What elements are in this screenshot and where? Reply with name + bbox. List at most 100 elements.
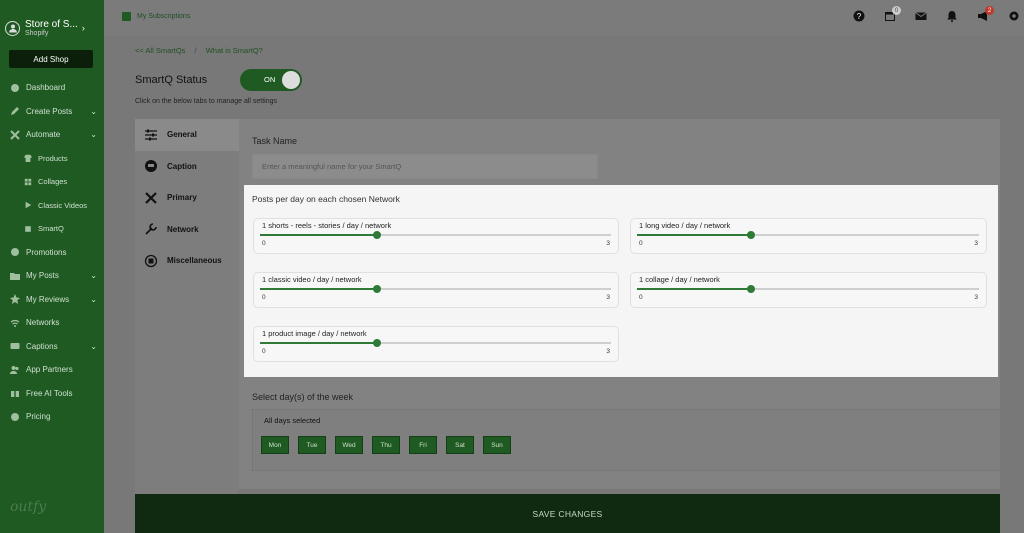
sidebar-item-captions[interactable]: Captions ⌄ (0, 335, 104, 359)
slider-fill (637, 234, 751, 236)
cube-icon (24, 225, 32, 233)
grid-icon (24, 178, 32, 186)
day-button-mon[interactable]: Mon (261, 436, 289, 454)
bell-icon[interactable] (946, 10, 958, 22)
chevron-down-icon: ⌄ (90, 130, 97, 140)
sidebar-item-dashboard[interactable]: Dashboard (0, 76, 104, 100)
tools-icon (10, 130, 20, 140)
breadcrumb: << All SmartQs / What is SmartQ? (135, 46, 263, 55)
settings-tabs: General Caption Primary Network Miscella… (135, 119, 239, 499)
slider-classic-video: 1 classic video / day / network 0 3 (253, 272, 619, 308)
slider-max: 3 (606, 294, 610, 301)
slider-thumb[interactable] (373, 339, 381, 347)
sidebar-nav: Dashboard Create Posts ⌄ Automate ⌄ Prod… (0, 76, 104, 429)
sidebar-item-my-posts[interactable]: My Posts ⌄ (0, 264, 104, 288)
store-switcher[interactable]: Store of S... Shopify › (0, 0, 104, 42)
sidebar-item-classic-videos[interactable]: Classic Videos (0, 194, 104, 218)
sidebar-item-label: My Posts (26, 271, 59, 281)
slider-label: 1 shorts - reels - stories / day / netwo… (262, 221, 392, 230)
tab-caption[interactable]: Caption (135, 151, 239, 183)
day-button-wed[interactable]: Wed (335, 436, 363, 454)
add-shop-button[interactable]: Add Shop (9, 50, 93, 68)
chevron-down-icon: ⌄ (90, 106, 97, 116)
calendar-icon[interactable]: 0 (884, 6, 901, 22)
toggle-knob (282, 71, 300, 89)
tab-network[interactable]: Network (135, 214, 239, 246)
slider-track[interactable] (260, 231, 611, 239)
day-button-sat[interactable]: Sat (446, 436, 474, 454)
calendar-badge: 0 (892, 6, 901, 15)
store-platform: Shopify (25, 30, 49, 37)
task-name-label: Task Name (252, 136, 298, 146)
settings-gear-icon[interactable] (1008, 10, 1020, 22)
slider-fill (637, 288, 751, 290)
help-icon[interactable]: ? (853, 10, 865, 22)
slider-thumb[interactable] (747, 285, 755, 293)
play-icon (24, 201, 32, 209)
shirt-icon (24, 154, 32, 163)
status-title: SmartQ Status (135, 74, 208, 86)
day-button-sun[interactable]: Sun (483, 436, 511, 454)
page-title[interactable]: My Subscriptions (122, 12, 190, 21)
sidebar-item-networks[interactable]: Networks (0, 311, 104, 335)
coin-icon (10, 412, 20, 422)
tab-general[interactable]: General (135, 119, 239, 151)
sidebar-item-label: Classic Videos (38, 200, 88, 210)
back-link[interactable]: << All SmartQs (135, 46, 185, 55)
day-buttons: Mon Tue Wed Thu Fri Sat Sun (261, 436, 520, 454)
sidebar-item-label: Pricing (26, 412, 51, 422)
sidebar-item-create-posts[interactable]: Create Posts ⌄ (0, 100, 104, 124)
slider-max: 3 (606, 240, 610, 247)
sidebar-item-collages[interactable]: Collages (0, 170, 104, 194)
tag-icon (10, 247, 20, 257)
status-toggle[interactable]: ON (240, 69, 302, 91)
megaphone-icon[interactable]: 2 (977, 6, 994, 22)
help-link[interactable]: What is SmartQ? (206, 46, 263, 55)
sidebar-item-automate[interactable]: Automate ⌄ (0, 123, 104, 147)
day-button-fri[interactable]: Fri (409, 436, 437, 454)
outfy-logo: outfy (10, 499, 47, 515)
sidebar-item-my-reviews[interactable]: My Reviews ⌄ (0, 288, 104, 312)
task-name-input[interactable]: Enter a meaningful name for your SmartQ (252, 154, 598, 179)
tab-primary[interactable]: Primary (135, 182, 239, 214)
slider-label: 1 collage / day / network (639, 275, 720, 284)
slider-collage: 1 collage / day / network 0 3 (630, 272, 987, 308)
save-changes-button[interactable]: SAVE CHANGES (135, 494, 1000, 533)
slider-long-video: 1 long video / day / network 0 3 (630, 218, 987, 254)
sidebar-item-label: Products (38, 153, 68, 163)
posts-per-day-title: Posts per day on each chosen Network (252, 194, 400, 204)
slider-max: 3 (974, 240, 978, 247)
slider-track[interactable] (637, 231, 979, 239)
sidebar-item-app-partners[interactable]: App Partners (0, 358, 104, 382)
day-button-tue[interactable]: Tue (298, 436, 326, 454)
day-button-thu[interactable]: Thu (372, 436, 400, 454)
slider-track[interactable] (260, 285, 611, 293)
sidebar-item-smartq[interactable]: SmartQ (0, 217, 104, 241)
slider-track[interactable] (637, 285, 979, 293)
star-icon (10, 294, 20, 305)
sidebar-item-label: Dashboard (26, 83, 66, 93)
slider-label: 1 long video / day / network (639, 221, 731, 230)
slider-thumb[interactable] (373, 231, 381, 239)
svg-text:?: ? (857, 12, 862, 21)
sidebar-item-promotions[interactable]: Promotions (0, 241, 104, 265)
slider-label: 1 classic video / day / network (262, 275, 362, 284)
mail-icon[interactable] (915, 10, 927, 22)
sidebar-item-pricing[interactable]: Pricing (0, 405, 104, 429)
slider-thumb[interactable] (747, 231, 755, 239)
tab-miscellaneous[interactable]: Miscellaneous (135, 245, 239, 277)
slider-shorts: 1 shorts - reels - stories / day / netwo… (253, 218, 619, 254)
sidebar-item-free-ai-tools[interactable]: Free AI Tools (0, 382, 104, 406)
slider-max: 3 (606, 348, 610, 355)
posts-per-day-card: Posts per day on each chosen Network 1 s… (244, 185, 998, 377)
slider-track[interactable] (260, 339, 611, 347)
slider-thumb[interactable] (373, 285, 381, 293)
slider-fill (260, 342, 377, 344)
tab-label: Primary (167, 193, 197, 203)
announcement-badge: 2 (985, 6, 994, 15)
sidebar-item-label: Captions (26, 341, 58, 351)
sidebar-item-products[interactable]: Products (0, 147, 104, 171)
wifi-icon (10, 318, 20, 328)
chevron-down-icon: ⌄ (90, 294, 97, 304)
slider-fill (260, 234, 377, 236)
